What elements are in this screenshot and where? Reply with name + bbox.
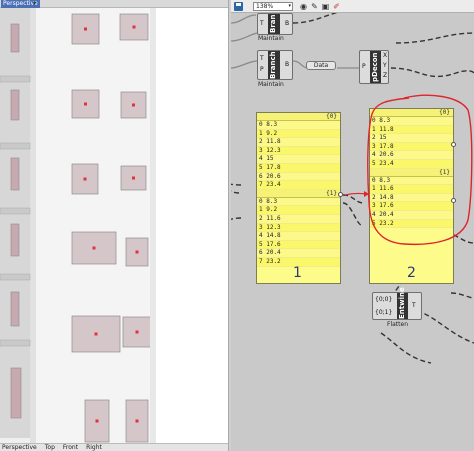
wire-tree [390,67,474,78]
panel-branch-path: {1} [257,189,340,198]
panel-row: 1 9.2 [257,206,340,215]
viewport-tab-bar: Perspective Top Front Right [0,443,228,451]
panel-row: 7 23.4 [257,181,340,190]
panel-row: 0 8.3 [257,121,340,130]
panel-row: 5 17.6 [257,240,340,250]
tab-right[interactable]: Right [86,444,102,451]
chevron-down-icon: ▾ [288,3,291,9]
wire-tree [231,217,242,220]
branch-component[interactable]: T P Branch B [257,50,293,80]
wire-tree [292,13,339,24]
panel-row: 5 17.8 [257,163,340,173]
output-b[interactable]: B [285,61,289,68]
output-z[interactable]: Z [383,72,387,79]
panel-number-label: 1 [293,265,302,281]
panel-row: 6 20.6 [257,172,340,182]
wire-tree [380,332,432,364]
window-point-marker [132,176,135,180]
wire-tree [231,190,240,194]
input-0-0[interactable]: {0;0} [375,296,392,303]
save-icon[interactable] [234,2,243,11]
sky-background [156,8,228,443]
wire-tree [450,292,474,299]
input-t[interactable]: T [260,55,264,62]
input-p[interactable]: P [362,63,366,70]
panel-1[interactable]: {0} 0 8.3 1 9.2 2 11.8 3 12.3 4 15 5 17.8 6 20… [256,112,341,284]
window-point-marker [84,102,87,106]
panel-branch-items: 0 8.3 1 9.2 2 11.8 3 12.3 4 15 5 17.8 6 20.6 7 … [257,121,340,190]
window-point-marker [95,419,99,423]
zoom-dropdown[interactable]: 138% ▾ [253,2,293,11]
panel-row: 6 20.4 [257,249,340,258]
panel-row: 3 12.3 [257,146,340,156]
wire-tree [395,32,474,44]
output-b[interactable]: B [285,20,289,27]
brush-icon[interactable]: ✐ [332,2,341,11]
wire-tree [231,183,242,186]
viewport-menu-arrow-icon[interactable]: ▾ [33,0,36,8]
tab-perspective[interactable]: Perspective [2,444,37,451]
annotation-circle [367,94,473,246]
building-shadow-edge [30,8,36,443]
input-p[interactable]: P [260,66,264,73]
canvas-toolbar: 138% ▾ ◉ ✎ ▣ ✐ [231,0,474,13]
window-point-marker [135,419,139,423]
wire [231,32,258,42]
component-name: pDecon [370,51,381,83]
panel-branch-items: 0 8.3 1 9.2 2 11.6 3 12.3 4 14.8 5 17.6 6 20.4… [257,197,340,267]
component-name: Bran [268,14,280,34]
component-name: Entwine [397,287,408,319]
window-point-marker [94,332,98,336]
panel-row: 4 15 [257,155,340,164]
component-caption: Flatten [387,321,408,328]
input-t[interactable]: T [260,20,264,27]
panel-row: 2 11.6 [257,214,340,224]
wire-tree [342,202,362,226]
building-render [0,8,228,443]
data-relay[interactable]: Data [306,61,336,70]
rhino-viewport[interactable]: Perspective ▾ Perspective Top Front Righ… [0,0,228,451]
panel-branch-path: {0} [257,113,340,121]
window-point-marker [92,246,96,250]
camera-icon[interactable]: ▣ [321,2,330,11]
panel-row: 0 8.3 [257,197,340,207]
tab-front[interactable]: Front [63,444,78,451]
panel-row: 1 9.2 [257,129,340,139]
entwine-component[interactable]: {0;0} {0;1} Entwine T [372,287,422,320]
window-point-marker [135,330,139,334]
pdecon-component[interactable]: P pDecon X Y Z [359,50,389,84]
window-point-marker [84,27,87,31]
paint-icon[interactable]: ✎ [310,2,319,11]
panel-row: 4 14.8 [257,232,340,241]
wire [231,14,257,24]
output-x[interactable]: X [383,52,387,59]
window-point-marker [132,25,136,29]
tab-top[interactable]: Top [45,444,55,451]
building-front-face [30,8,156,443]
eye-icon[interactable]: ◉ [299,2,308,11]
annotation-arrow [344,192,367,196]
wire-tree [342,194,364,204]
window-point-marker [83,177,87,181]
panel-row: 2 11.8 [257,138,340,147]
building-right-edge [150,8,156,443]
viewport-header: Perspective ▾ [0,0,228,8]
panel-row: 3 12.3 [257,223,340,233]
branch-component-top[interactable]: T Bran B [257,13,293,35]
window-point-marker [135,250,139,254]
input-0-1[interactable]: {0;1} [375,309,392,316]
zoom-value: 138% [256,3,274,10]
wire [231,60,258,69]
component-name: Branch [268,51,280,79]
output-y[interactable]: Y [383,62,387,69]
panel-number-label: 2 [407,265,416,281]
window-point-marker [132,103,135,107]
component-caption: Maintain [258,35,284,42]
panel-output-grip[interactable] [338,192,343,197]
component-caption: Maintain [258,81,284,88]
output-t[interactable]: T [412,302,416,309]
